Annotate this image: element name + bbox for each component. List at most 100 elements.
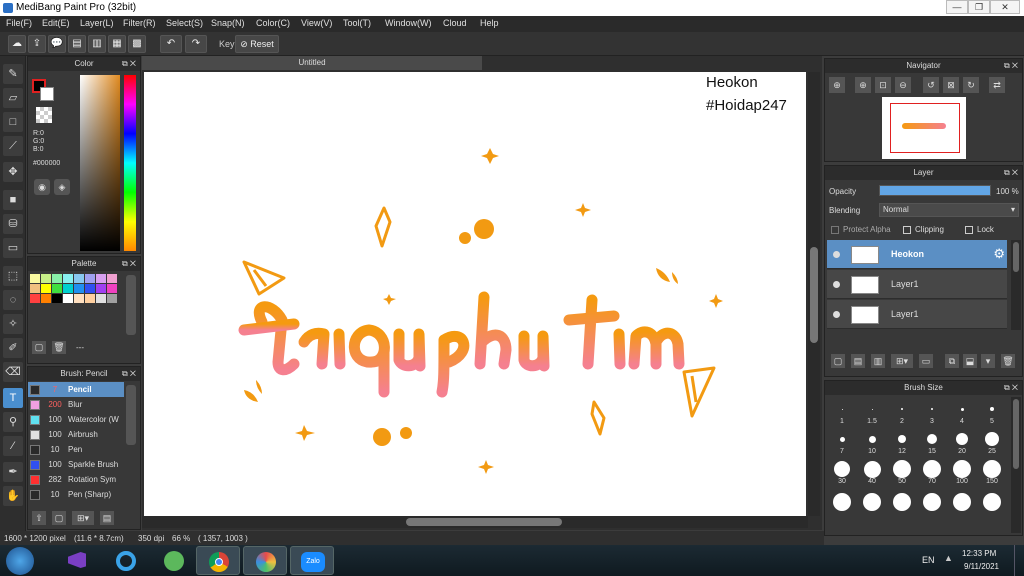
- brush-size-option[interactable]: [887, 487, 917, 515]
- palette-swatch[interactable]: [52, 294, 62, 303]
- eraser-tool-icon[interactable]: ▱: [3, 88, 23, 108]
- clock-date[interactable]: 9/11/2021: [964, 562, 999, 571]
- palette-swatch[interactable]: [96, 284, 106, 293]
- hand-tool-icon[interactable]: ✋: [3, 486, 23, 506]
- brush-item-pen[interactable]: 10 Pen: [28, 442, 124, 457]
- navigator-thumbnail[interactable]: [882, 97, 966, 159]
- palette-swatch[interactable]: [96, 294, 106, 303]
- brush-size-scroll-thumb[interactable]: [1013, 399, 1019, 469]
- grid-icon[interactable]: ▦: [108, 35, 126, 53]
- palette-swatch[interactable]: [107, 294, 117, 303]
- brush-size-option[interactable]: 40: [857, 457, 887, 485]
- background-color-swatch[interactable]: [40, 87, 54, 101]
- undo-icon[interactable]: ↶: [160, 35, 182, 53]
- eyedropper-tool-icon[interactable]: ⁄: [3, 436, 23, 456]
- zoom-actual-icon[interactable]: ⊕: [829, 77, 845, 93]
- new-halftone-layer-icon[interactable]: ▤: [851, 354, 865, 368]
- new-brush-icon[interactable]: ▢: [52, 511, 66, 525]
- visibility-icon[interactable]: [833, 251, 840, 258]
- horizontal-scrollbar[interactable]: [142, 516, 808, 528]
- select-pen-tool-icon[interactable]: ✐: [3, 338, 23, 358]
- new-8bit-layer-icon[interactable]: ▥: [871, 354, 885, 368]
- brush-size-option[interactable]: [917, 487, 947, 515]
- gradient-tool-icon[interactable]: ▭: [3, 238, 23, 258]
- minimize-button[interactable]: —: [946, 0, 968, 14]
- maximize-button[interactable]: ❐: [968, 0, 990, 14]
- menu-file[interactable]: File(F): [6, 18, 32, 28]
- panel-close-icon[interactable]: ⧉ ✕: [1004, 381, 1018, 395]
- palette-icon[interactable]: ◉: [34, 179, 50, 195]
- layer-row-layer1[interactable]: Layer1: [827, 270, 1007, 299]
- duplicate-layer-icon[interactable]: ⧉: [945, 354, 959, 368]
- trash-icon[interactable]: 🗑: [52, 341, 66, 354]
- move-tool-icon[interactable]: ✥: [3, 162, 23, 182]
- brush-item-pen-sharp[interactable]: 10 Pen (Sharp): [28, 487, 124, 502]
- brush-size-option[interactable]: 4: [947, 397, 977, 425]
- layer-row-heokon[interactable]: Heokon ⚙: [827, 240, 1007, 269]
- rotate-right-icon[interactable]: ↻: [963, 77, 979, 93]
- brush-item-pencil[interactable]: 7 Pencil: [28, 382, 124, 397]
- brush-size-option[interactable]: 25: [977, 427, 1007, 455]
- layer-scroll-thumb[interactable]: [1013, 242, 1019, 272]
- document-tab[interactable]: Untitled: [142, 56, 482, 70]
- brush-size-option[interactable]: 70: [917, 457, 947, 485]
- new-palette-icon[interactable]: ▢: [32, 341, 46, 354]
- brush-size-option[interactable]: 12: [887, 427, 917, 455]
- menu-edit[interactable]: Edit(E): [42, 18, 70, 28]
- tray-arrow-icon[interactable]: ▲: [944, 553, 953, 563]
- palette-swatch[interactable]: [30, 274, 40, 283]
- palette-swatch[interactable]: [96, 274, 106, 283]
- redo-icon[interactable]: ↷: [185, 35, 207, 53]
- drawing-canvas[interactable]: Heokon #Hoidap247: [144, 72, 806, 516]
- palette-scrollbar[interactable]: [126, 275, 136, 335]
- palette-swatch[interactable]: [74, 294, 84, 303]
- panel-close-icon[interactable]: ⧉ ✕: [122, 257, 136, 271]
- vertical-scroll-thumb[interactable]: [810, 247, 818, 343]
- panel-close-icon[interactable]: ⧉ ✕: [1004, 166, 1018, 180]
- pen-tool-icon[interactable]: ✒: [3, 462, 23, 482]
- close-button[interactable]: ✕: [990, 0, 1020, 14]
- clock-time[interactable]: 12:33 PM: [962, 549, 996, 558]
- opacity-slider[interactable]: [879, 185, 991, 196]
- menu-window[interactable]: Window(W): [385, 18, 432, 28]
- document-icon[interactable]: ▥: [88, 35, 106, 53]
- lasso-tool-icon[interactable]: ◌: [3, 290, 23, 310]
- palette-swatch[interactable]: [30, 294, 40, 303]
- brush-item-airbrush[interactable]: 100 Airbrush: [28, 427, 124, 442]
- brush-size-option[interactable]: [977, 487, 1007, 515]
- internet-explorer-icon[interactable]: [104, 546, 148, 575]
- brush-item-rotation-sym[interactable]: 282 Rotation Sym: [28, 472, 124, 487]
- brush-settings-icon[interactable]: ▤: [100, 511, 114, 525]
- reset-rotation-icon[interactable]: ⊠: [943, 77, 959, 93]
- zalo-icon[interactable]: Zalo: [290, 546, 334, 575]
- brush-item-sparkle[interactable]: 100 Sparkle Brush: [28, 457, 124, 472]
- menu-cloud[interactable]: Cloud: [443, 18, 467, 28]
- start-button[interactable]: [6, 547, 34, 575]
- palette-swatch[interactable]: [41, 284, 51, 293]
- layer-row-layer1-b[interactable]: Layer1: [827, 300, 1007, 329]
- brush-size-option[interactable]: 7: [827, 427, 857, 455]
- brush-size-option[interactable]: 1.5: [857, 397, 887, 425]
- brush-size-option[interactable]: 100: [947, 457, 977, 485]
- palette-swatch[interactable]: [74, 274, 84, 283]
- show-desktop-button[interactable]: [1014, 545, 1024, 576]
- chrome-icon[interactable]: [196, 546, 240, 575]
- palette-swatch[interactable]: [107, 274, 117, 283]
- panel-close-icon[interactable]: ⧉ ✕: [122, 367, 136, 381]
- brush-size-option[interactable]: 30: [827, 457, 857, 485]
- brush-size-option[interactable]: 15: [917, 427, 947, 455]
- select-tool-icon[interactable]: ⬚: [3, 266, 23, 286]
- zoom-in-icon[interactable]: ⊕: [855, 77, 871, 93]
- reset-button[interactable]: ⊘ Reset: [235, 35, 279, 53]
- zoom-out-icon[interactable]: ⊖: [895, 77, 911, 93]
- magic-wand-tool-icon[interactable]: ✧: [3, 314, 23, 334]
- comment-icon[interactable]: 💬: [48, 35, 66, 53]
- palette-swatch[interactable]: [85, 274, 95, 283]
- palette-swatch[interactable]: [107, 284, 117, 293]
- clipping-checkbox[interactable]: [903, 226, 911, 234]
- brush-size-option[interactable]: 20: [947, 427, 977, 455]
- flip-icon[interactable]: ⇄: [989, 77, 1005, 93]
- green-app-icon[interactable]: [152, 546, 196, 575]
- brush-size-option[interactable]: 3: [917, 397, 947, 425]
- fit-icon[interactable]: ⊡: [875, 77, 891, 93]
